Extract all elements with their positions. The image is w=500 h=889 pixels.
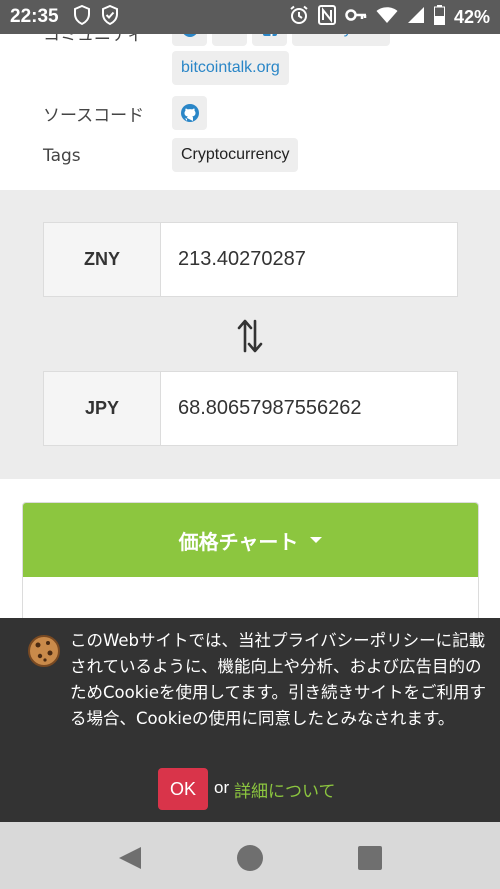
from-amount-input[interactable]: 213.40270287 — [161, 223, 457, 296]
cookie-or-text: or — [214, 778, 230, 797]
status-bar: 22:35 42% — [0, 0, 500, 34]
community-row: コミュニティ bitzeny.info bitcointalk.org — [0, 34, 500, 85]
recent-apps-icon[interactable] — [357, 845, 383, 875]
tags-label: Tags — [43, 146, 81, 166]
community-link-bitzeny[interactable]: bitzeny.info — [292, 34, 390, 46]
twitter-icon[interactable] — [212, 34, 247, 46]
battery-icon — [433, 4, 445, 30]
price-chart-toggle[interactable]: 価格チャート — [23, 503, 478, 577]
community-icon-1[interactable] — [172, 34, 207, 46]
tags-row: Tags Cryptocurrency — [0, 138, 500, 174]
key-icon — [345, 8, 367, 27]
back-icon[interactable] — [116, 844, 144, 876]
price-chart-title: 価格チャート — [178, 529, 299, 554]
signal-icon — [407, 6, 425, 29]
to-currency-label: JPY — [44, 372, 161, 445]
cookie-ok-button[interactable]: OK — [158, 768, 208, 810]
wifi-icon — [376, 6, 398, 29]
android-nav-bar — [0, 822, 500, 889]
community-link-bitcointalk[interactable]: bitcointalk.org — [172, 51, 289, 85]
from-currency-label: ZNY — [44, 223, 161, 296]
to-currency-row: JPY 68.80657987556262 — [43, 371, 458, 446]
facebook-icon[interactable] — [252, 34, 287, 46]
nfc-icon — [317, 4, 336, 30]
caret-down-icon — [310, 537, 323, 543]
github-icon[interactable] — [172, 96, 207, 130]
swap-vertical-icon[interactable] — [236, 318, 264, 354]
shield-check-icon — [101, 4, 119, 30]
to-amount-input[interactable]: 68.80657987556262 — [161, 372, 457, 445]
tag-chip[interactable]: Cryptocurrency — [172, 138, 299, 172]
cookie-icon — [26, 633, 62, 669]
cookie-message: このWebサイトでは、当社プライバシーポリシーに記載されているように、機能向上や… — [70, 631, 487, 728]
battery-percent: 42% — [453, 6, 490, 27]
shield-outline-icon — [73, 4, 91, 30]
cookie-banner: このWebサイトでは、当社プライバシーポリシーに記載されているように、機能向上や… — [0, 618, 500, 822]
cookie-details-link[interactable]: 詳細について — [234, 777, 336, 802]
status-time: 22:35 — [10, 6, 59, 27]
source-code-row: ソースコード — [0, 96, 500, 132]
from-currency-row: ZNY 213.40270287 — [43, 222, 458, 297]
source-code-label: ソースコード — [43, 106, 145, 126]
community-label: コミュニティ — [43, 34, 144, 45]
home-icon[interactable] — [235, 843, 265, 877]
alarm-icon — [289, 5, 309, 30]
coin-info-section: コミュニティ bitzeny.info bitcointalk.org ソースコ… — [0, 34, 500, 190]
